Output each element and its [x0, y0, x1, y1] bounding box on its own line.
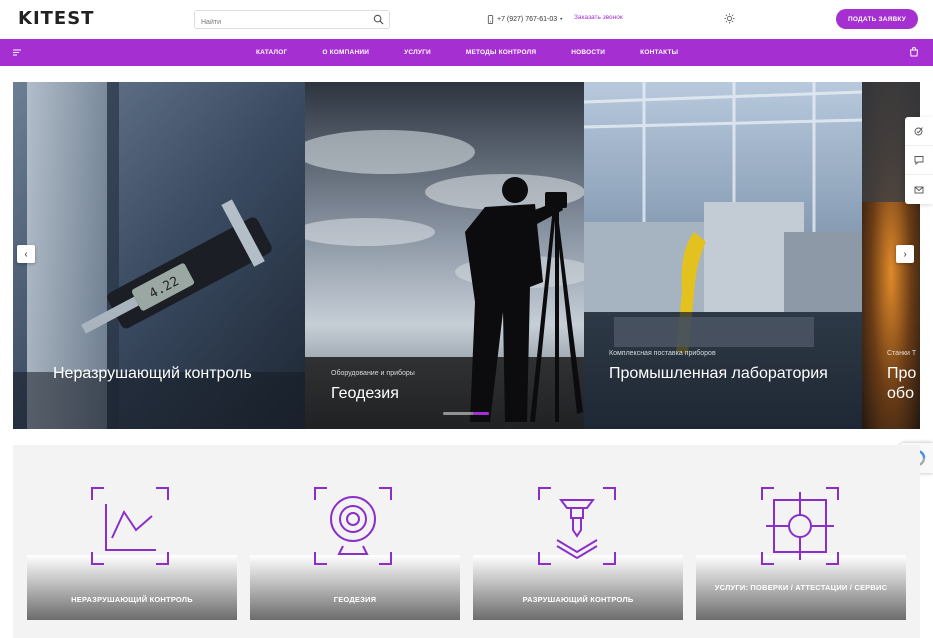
- logo[interactable]: KITEST: [18, 10, 94, 28]
- slider-dot-active[interactable]: [473, 412, 489, 415]
- category-label: ГЕОДЕЗИЯ: [333, 595, 377, 604]
- phone-dropdown-icon[interactable]: •: [560, 17, 562, 23]
- side-tool-chat[interactable]: [905, 146, 933, 175]
- submit-request-button[interactable]: ПОДАТЬ ЗАЯВКУ: [836, 9, 918, 29]
- nav-item-catalog[interactable]: КАТАЛОГ: [256, 49, 287, 56]
- slide-title: Неразрушающий контроль: [53, 365, 252, 382]
- crosshair-frame-icon: [761, 487, 839, 565]
- slide-title: Промышленная лаборатория: [609, 365, 828, 382]
- nav-menu: КАТАЛОГ О КОМПАНИИ УСЛУГИ МЕТОДЫ КОНТРОЛ…: [256, 39, 678, 66]
- category-label: УСЛУГИ: ПОВЕРКИ / АТТЕСТАЦИИ / СЕРВИС: [714, 583, 888, 592]
- phone-icon: [487, 15, 494, 24]
- slider-next-button[interactable]: ›: [896, 245, 914, 263]
- slide-title: Геодезия: [331, 385, 399, 402]
- side-tool-mail[interactable]: [905, 175, 933, 204]
- logo-text: KITEST: [18, 8, 95, 29]
- slide-geodesy[interactable]: Оборудование и приборы Геодезия: [305, 82, 584, 429]
- slide-subtitle: Станки Т: [887, 350, 917, 357]
- nav-item-about[interactable]: О КОМПАНИИ: [322, 49, 369, 56]
- search-icon[interactable]: [373, 14, 384, 25]
- slider-prev-button[interactable]: ‹: [17, 245, 35, 263]
- sun-icon[interactable]: [724, 13, 735, 24]
- menu-icon[interactable]: [13, 49, 21, 56]
- slide-ndt[interactable]: 4.22 Неразрушающий контроль: [13, 82, 305, 429]
- slide-subtitle: Комплексная поставка приборов: [609, 350, 716, 357]
- callback-link[interactable]: Заказать звонок: [574, 14, 623, 21]
- slider-pagination[interactable]: [443, 412, 489, 415]
- slide-lab[interactable]: Комплексная поставка приборов Промышленн…: [584, 82, 862, 429]
- search-box: [194, 10, 390, 31]
- search-input[interactable]: [195, 14, 365, 31]
- category-label: НЕРАЗРУШАЮЩИЙ КОНТРОЛЬ: [71, 595, 193, 604]
- chart-frame-icon: [91, 487, 169, 565]
- cart-icon[interactable]: [909, 47, 919, 57]
- side-tool-review[interactable]: [905, 117, 933, 146]
- press-frame-icon: [538, 487, 616, 565]
- hero-slider: 4.22 Неразрушающий контроль Оборудование…: [13, 82, 920, 429]
- phone-block[interactable]: +7 (927) 767-61-03 •: [487, 14, 562, 25]
- slide-subtitle: Оборудование и приборы: [331, 370, 415, 377]
- webcam-frame-icon: [314, 487, 392, 565]
- category-label: РАЗРУШАЮЩИЙ КОНТРОЛЬ: [522, 595, 634, 604]
- phone-number[interactable]: +7 (927) 767-61-03: [497, 16, 557, 23]
- main-nav: КАТАЛОГ О КОМПАНИИ УСЛУГИ МЕТОДЫ КОНТРОЛ…: [0, 39, 933, 66]
- nav-item-contacts[interactable]: КОНТАКТЫ: [640, 49, 678, 56]
- nav-item-news[interactable]: НОВОСТИ: [571, 49, 605, 56]
- nav-item-services[interactable]: УСЛУГИ: [404, 49, 431, 56]
- side-tools: [905, 117, 933, 204]
- pencil-check-icon: [914, 127, 923, 136]
- slide-title: Про обо: [887, 365, 917, 402]
- header: KITEST +7 (927) 767-61-03 • Заказать зво…: [0, 0, 933, 39]
- chat-icon: [914, 156, 924, 165]
- mail-icon: [914, 186, 924, 193]
- nav-item-methods[interactable]: МЕТОДЫ КОНТРОЛЯ: [466, 49, 536, 56]
